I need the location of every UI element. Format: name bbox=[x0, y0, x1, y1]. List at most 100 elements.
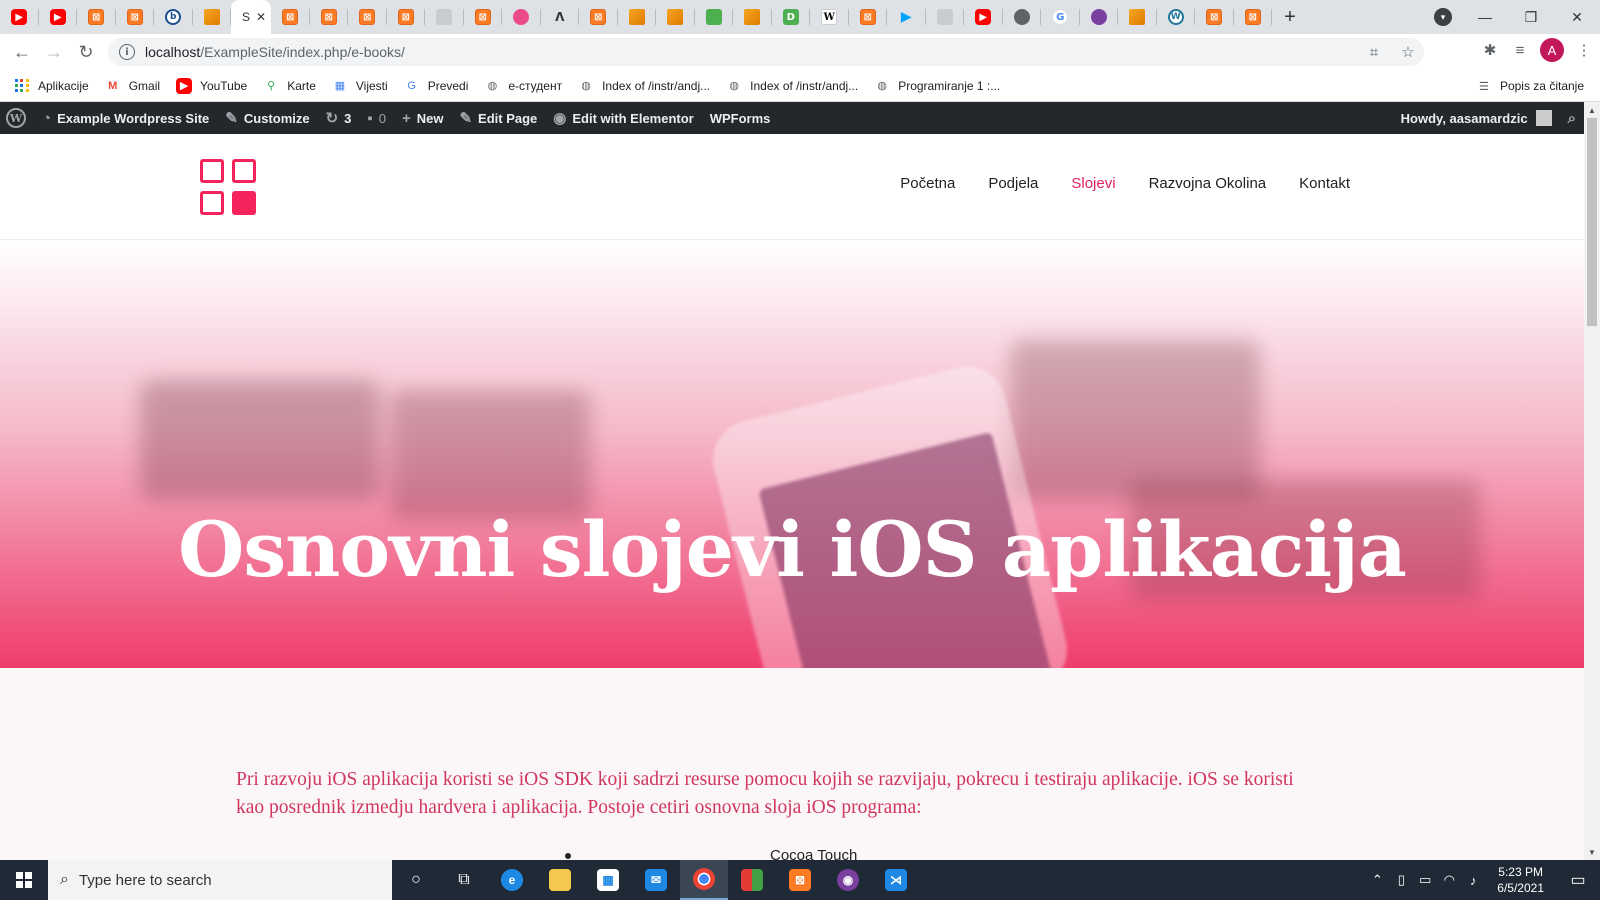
tab[interactable]: ⊠ bbox=[348, 0, 387, 34]
bookmark-estudent[interactable]: ◍ e-студент bbox=[484, 78, 563, 94]
bookmark-gmail[interactable]: M Gmail bbox=[105, 78, 160, 94]
tab[interactable]: ▶ bbox=[887, 0, 926, 34]
app-button[interactable] bbox=[728, 860, 776, 900]
tab[interactable]: b bbox=[154, 0, 193, 34]
chrome-button[interactable] bbox=[680, 860, 728, 900]
site-name-link[interactable]: ◔ Example Wordpress Site bbox=[34, 102, 217, 134]
notifications-icon[interactable]: ▭ bbox=[1556, 860, 1600, 900]
translate-icon[interactable]: ⌗ bbox=[1364, 42, 1384, 62]
tab[interactable] bbox=[733, 0, 772, 34]
tab[interactable]: G bbox=[1041, 0, 1080, 34]
tab[interactable] bbox=[695, 0, 734, 34]
tab[interactable]: D bbox=[772, 0, 811, 34]
start-button[interactable] bbox=[0, 860, 48, 900]
tab-active[interactable]: S ✕ bbox=[231, 0, 271, 34]
edit-page-link[interactable]: ✎ Edit Page bbox=[451, 102, 545, 134]
bookmark-youtube[interactable]: ▶ YouTube bbox=[176, 77, 247, 94]
media-icon[interactable]: ≡ bbox=[1510, 40, 1530, 60]
bookmark-news[interactable]: ▦ Vijesti bbox=[332, 78, 388, 94]
nav-item-slojevi[interactable]: Slojevi bbox=[1071, 175, 1115, 192]
bookmark-translate[interactable]: G Prevedi bbox=[404, 78, 468, 94]
bookmark-index-2[interactable]: ◍ Index of /instr/andj... bbox=[726, 78, 858, 94]
tab[interactable]: ▶ bbox=[964, 0, 1003, 34]
mail-button[interactable]: ✉ bbox=[632, 860, 680, 900]
admin-search-button[interactable]: ⌕ bbox=[1560, 102, 1584, 134]
tab[interactable] bbox=[618, 0, 657, 34]
wp-logo-button[interactable]: W bbox=[0, 102, 34, 134]
github-button[interactable]: ◉ bbox=[824, 860, 872, 900]
tab[interactable]: ⊠ bbox=[1234, 0, 1273, 34]
tab[interactable] bbox=[1003, 0, 1042, 34]
tab[interactable]: ⊠ bbox=[1195, 0, 1234, 34]
nav-item-pocetna[interactable]: Početna bbox=[900, 175, 955, 192]
close-icon[interactable]: ✕ bbox=[256, 10, 266, 24]
volume-icon[interactable]: ♪ bbox=[1461, 873, 1485, 888]
tab[interactable] bbox=[926, 0, 965, 34]
site-logo[interactable] bbox=[200, 159, 256, 215]
tab[interactable]: ⊠ bbox=[579, 0, 618, 34]
battery-icon[interactable]: ▭ bbox=[1413, 872, 1437, 888]
file-explorer-button[interactable] bbox=[536, 860, 584, 900]
reload-icon[interactable]: ↻ bbox=[70, 36, 102, 68]
new-tab-button[interactable]: + bbox=[1272, 0, 1308, 34]
edge-button[interactable]: e bbox=[488, 860, 536, 900]
page-scrollbar[interactable]: ▲ ▼ bbox=[1584, 102, 1600, 860]
star-icon[interactable]: ☆ bbox=[1398, 42, 1418, 62]
scroll-thumb[interactable] bbox=[1587, 118, 1597, 326]
tab[interactable]: ▶ bbox=[0, 0, 39, 34]
tab[interactable]: Λ bbox=[541, 0, 580, 34]
tab[interactable]: ⊠ bbox=[310, 0, 349, 34]
tab[interactable]: ⊠ bbox=[464, 0, 503, 34]
nav-item-podjela[interactable]: Podjela bbox=[988, 175, 1038, 192]
url-text[interactable]: localhost/ExampleSite/index.php/e-books/ bbox=[145, 44, 405, 60]
updates-link[interactable]: ↻ 3 bbox=[318, 102, 360, 134]
forward-icon[interactable]: → bbox=[38, 36, 70, 68]
tab[interactable] bbox=[425, 0, 464, 34]
restore-icon[interactable]: ❐ bbox=[1508, 0, 1554, 34]
task-view-button[interactable]: ⧉ bbox=[440, 860, 488, 900]
bookmark-apps[interactable]: Aplikacije bbox=[14, 78, 89, 94]
vscode-button[interactable]: ⋊ bbox=[872, 860, 920, 900]
extensions-icon[interactable]: ✱ bbox=[1480, 40, 1500, 60]
tab[interactable] bbox=[1080, 0, 1119, 34]
info-icon[interactable]: i bbox=[119, 44, 135, 60]
back-icon[interactable]: ← bbox=[6, 36, 38, 68]
scroll-up-icon[interactable]: ▲ bbox=[1584, 102, 1600, 118]
account-link[interactable]: Howdy, aasamardzic bbox=[1393, 102, 1560, 134]
menu-icon[interactable]: ⋮ bbox=[1574, 40, 1594, 60]
profile-avatar[interactable]: A bbox=[1540, 38, 1564, 62]
tab[interactable] bbox=[656, 0, 695, 34]
tab[interactable]: ▶ bbox=[39, 0, 78, 34]
cortana-button[interactable]: ○ bbox=[392, 860, 440, 900]
tab[interactable]: ⊠ bbox=[77, 0, 116, 34]
tab[interactable]: ⊠ bbox=[849, 0, 888, 34]
wifi-icon[interactable]: ◠ bbox=[1437, 872, 1461, 888]
nav-item-kontakt[interactable]: Kontakt bbox=[1299, 175, 1350, 192]
tab[interactable]: ⊠ bbox=[387, 0, 426, 34]
address-bar[interactable]: i localhost/ExampleSite/index.php/e-book… bbox=[108, 38, 1424, 66]
new-content-link[interactable]: + New bbox=[394, 102, 452, 134]
wpforms-link[interactable]: WPForms bbox=[702, 102, 779, 134]
scroll-down-icon[interactable]: ▼ bbox=[1584, 844, 1600, 860]
edit-elementor-link[interactable]: ◉ Edit with Elementor bbox=[545, 102, 701, 134]
customize-link[interactable]: ✎ Customize bbox=[217, 102, 317, 134]
tab[interactable] bbox=[502, 0, 541, 34]
bookmark-index-1[interactable]: ◍ Index of /instr/andj... bbox=[578, 78, 710, 94]
tab[interactable]: W bbox=[1157, 0, 1196, 34]
tab[interactable]: ⊠ bbox=[116, 0, 155, 34]
reading-list[interactable]: ☰ Popis za čitanje bbox=[1476, 78, 1584, 94]
nav-item-razvojna-okolina[interactable]: Razvojna Okolina bbox=[1149, 175, 1267, 192]
xampp-button[interactable]: ⊠ bbox=[776, 860, 824, 900]
minimize-icon[interactable]: — bbox=[1462, 0, 1508, 34]
clock[interactable]: 5:23 PM 6/5/2021 bbox=[1485, 864, 1556, 896]
taskbar-search[interactable]: ⌕ Type here to search bbox=[48, 860, 392, 900]
tab[interactable]: W bbox=[810, 0, 849, 34]
bookmark-maps[interactable]: ⚲ Karte bbox=[263, 78, 316, 94]
chevron-up-icon[interactable]: ⌃ bbox=[1365, 872, 1389, 888]
comments-link[interactable]: ▪ 0 bbox=[359, 102, 394, 134]
tab[interactable] bbox=[193, 0, 232, 34]
bookmark-programiranje[interactable]: ◍ Programiranje 1 :... bbox=[874, 78, 1000, 94]
tab-search-icon[interactable]: ▾ bbox=[1434, 8, 1452, 26]
tab[interactable] bbox=[1118, 0, 1157, 34]
device-icon[interactable]: ▯ bbox=[1389, 872, 1413, 888]
